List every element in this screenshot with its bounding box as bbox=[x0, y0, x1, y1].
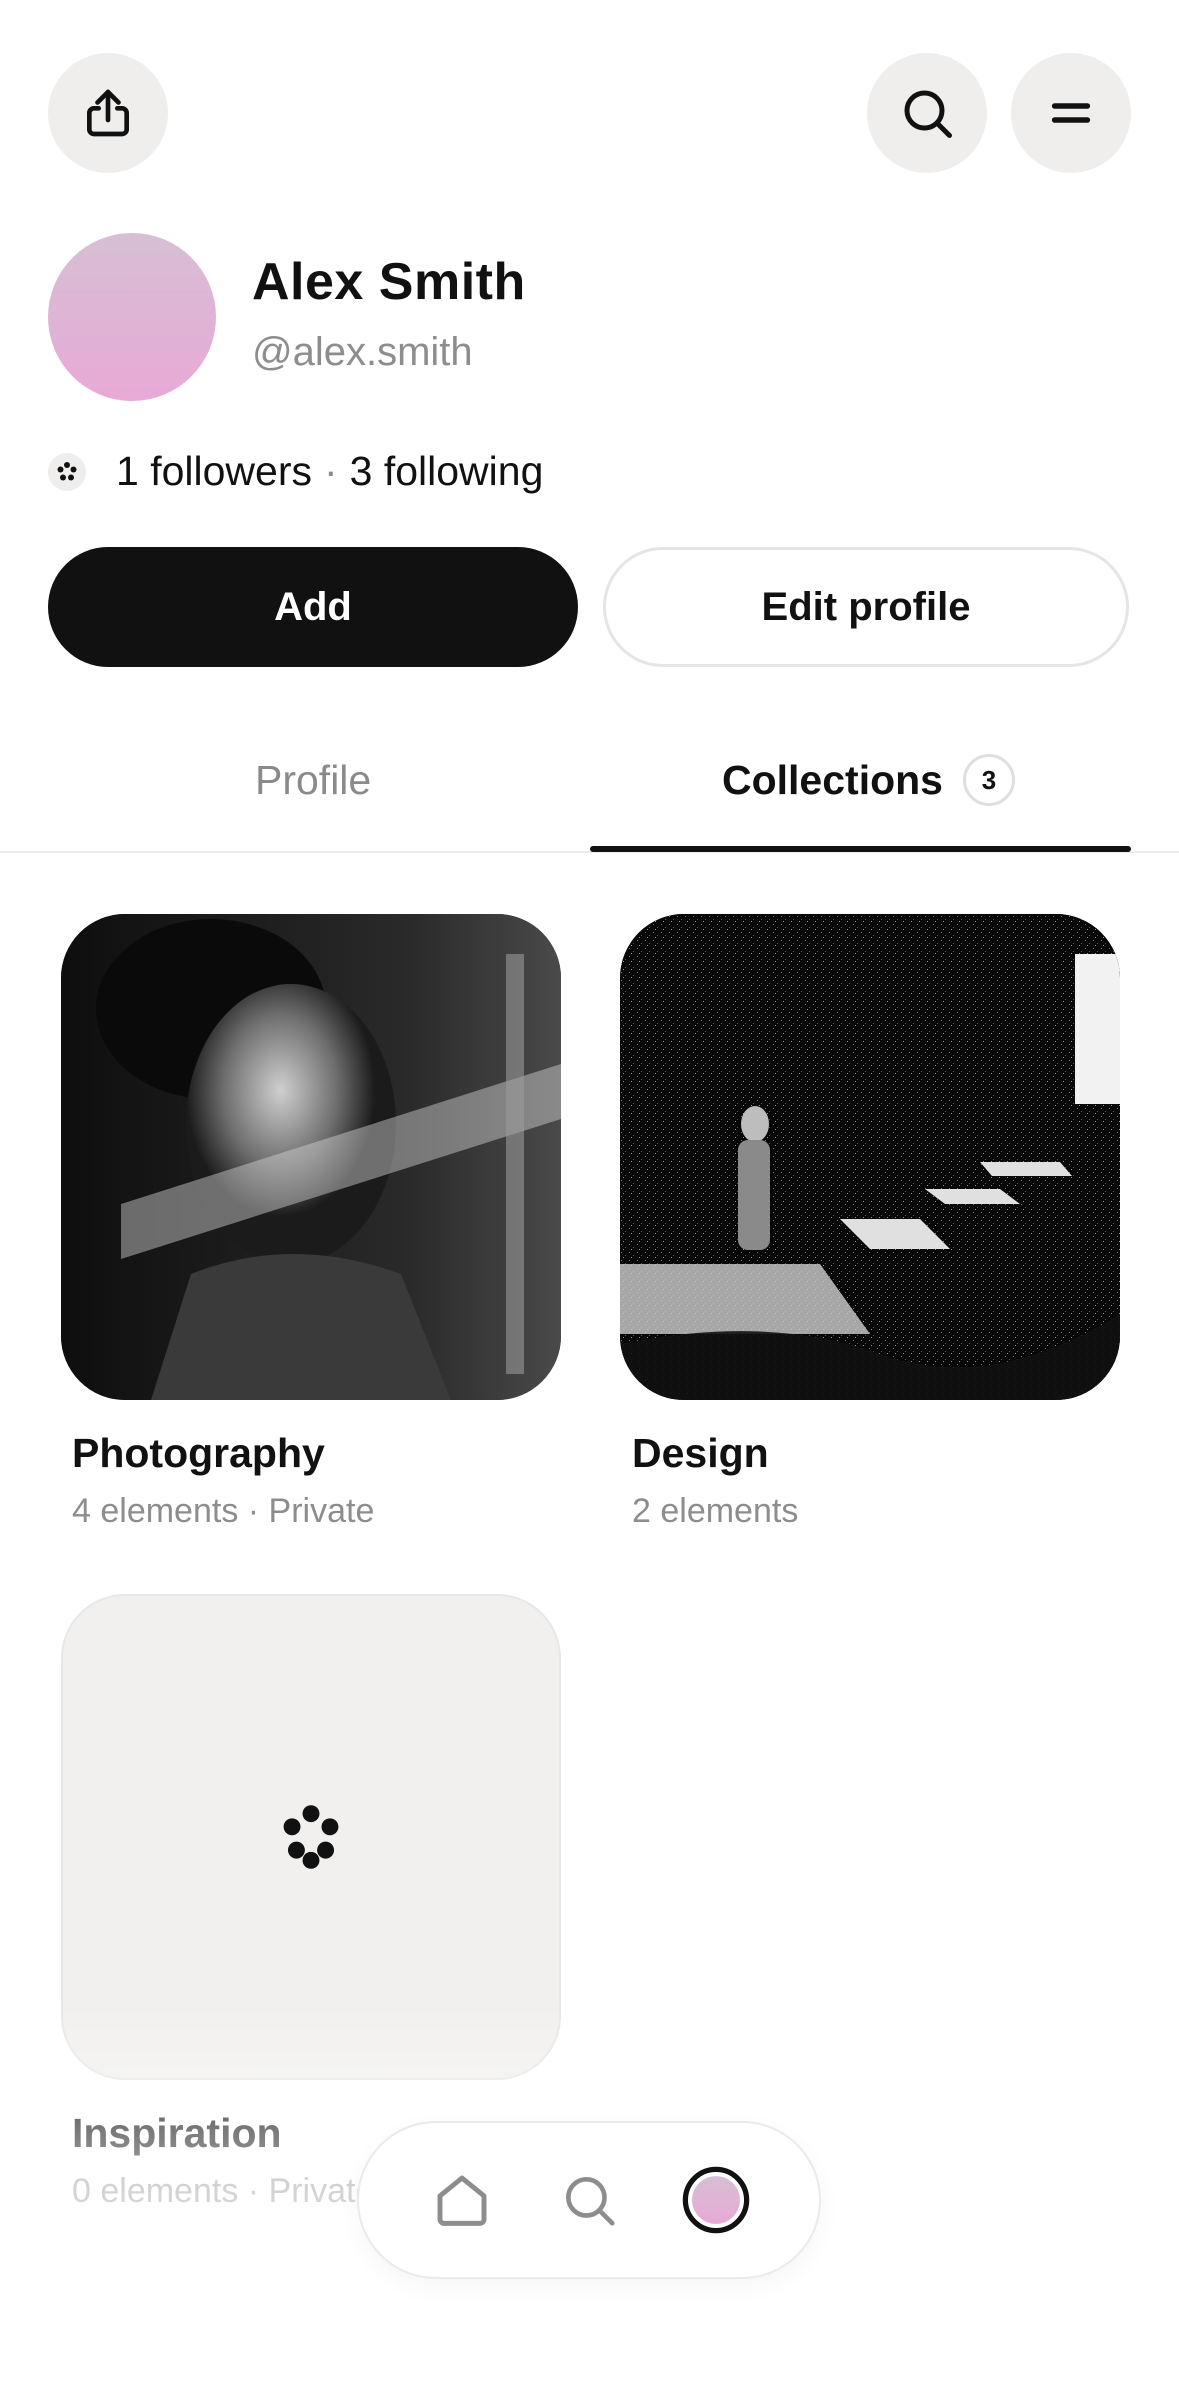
search-button[interactable] bbox=[867, 53, 987, 173]
photography-thumbnail bbox=[61, 914, 561, 1400]
collection-card-inspiration[interactable] bbox=[61, 1594, 561, 2080]
tab-profile[interactable]: Profile bbox=[255, 750, 371, 810]
search-icon bbox=[565, 2177, 615, 2226]
avatar-icon bbox=[682, 2166, 749, 2234]
follow-stats: 1 followers · 3 following bbox=[48, 448, 543, 495]
tab-profile-label: Profile bbox=[255, 756, 372, 803]
empty-placeholder-icon bbox=[283, 1805, 339, 1869]
collection-meta: 2 elements bbox=[632, 1492, 799, 1530]
follow-separator: · bbox=[323, 448, 338, 494]
add-button[interactable]: Add bbox=[48, 547, 578, 667]
collection-title[interactable]: Photography bbox=[72, 1430, 325, 1477]
avatar[interactable] bbox=[48, 233, 216, 401]
share-icon bbox=[87, 89, 129, 137]
flower-icon bbox=[48, 452, 86, 491]
design-thumbnail bbox=[620, 914, 1120, 1400]
tab-collections-label: Collections bbox=[722, 756, 943, 803]
collection-meta: 4 elements · Private bbox=[72, 1492, 375, 1530]
menu-button[interactable] bbox=[1011, 53, 1131, 173]
edit-profile-button[interactable]: Edit profile bbox=[603, 547, 1129, 667]
search-icon bbox=[904, 90, 952, 138]
active-tab-indicator bbox=[590, 846, 1131, 852]
share-button[interactable] bbox=[48, 53, 168, 173]
collection-title[interactable]: Design bbox=[632, 1430, 769, 1477]
tab-collections[interactable]: Collections 3 bbox=[722, 750, 1015, 810]
nav-home[interactable] bbox=[422, 2160, 502, 2240]
nav-search[interactable] bbox=[549, 2160, 629, 2240]
home-icon bbox=[437, 2175, 487, 2226]
profile-handle: @alex.smith bbox=[252, 330, 473, 374]
collection-card-photography[interactable] bbox=[61, 914, 561, 1400]
following-link[interactable]: 3 following bbox=[350, 448, 544, 495]
followers-link[interactable]: 1 followers bbox=[116, 448, 312, 495]
profile-name: Alex Smith bbox=[252, 253, 526, 311]
collection-card-design[interactable] bbox=[620, 914, 1120, 1400]
collection-title[interactable]: Inspiration bbox=[72, 2110, 282, 2157]
bottom-nav bbox=[357, 2121, 821, 2279]
nav-profile[interactable] bbox=[676, 2160, 756, 2240]
collection-meta: 0 elements · Private bbox=[72, 2172, 375, 2210]
collections-count-badge: 3 bbox=[962, 754, 1015, 806]
menu-icon bbox=[1051, 103, 1091, 123]
